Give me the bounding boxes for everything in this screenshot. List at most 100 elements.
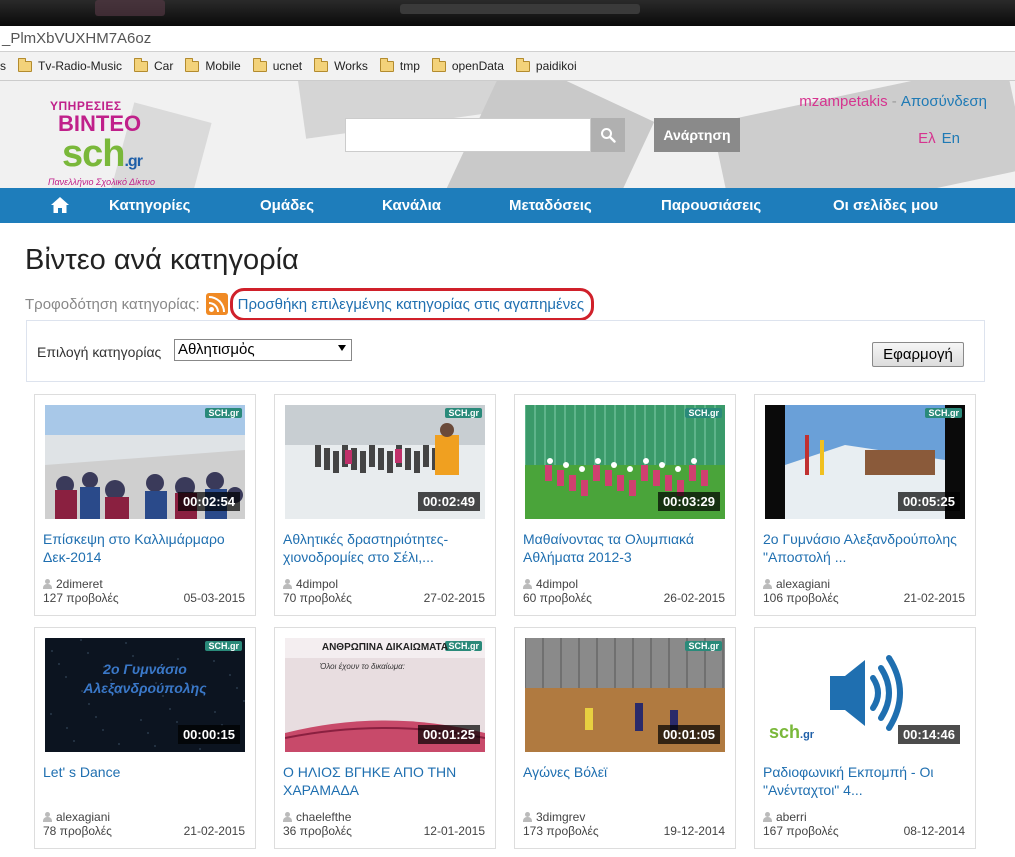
video-title-link[interactable]: Let' s Dance (43, 763, 243, 799)
sch-logo-text: sch (769, 722, 801, 742)
home-icon[interactable] (50, 195, 70, 215)
apply-button[interactable]: Εφαρμογή (872, 342, 964, 367)
video-title-link[interactable]: Επίσκεψη στο Καλλιμάρμαρο Δεκ-2014 (43, 530, 243, 566)
sch-logo-suffix: .gr (800, 729, 815, 741)
category-feed-row: Τροφοδότηση κατηγορίας: Προσθήκη επιλεγμ… (25, 287, 594, 321)
folder-icon (515, 57, 530, 72)
add-favorite-category-link[interactable]: Προσθήκη επιλεγμένης κατηγορίας στις αγα… (229, 287, 594, 321)
video-date: 19-12-2014 (663, 824, 725, 838)
video-thumbnail[interactable]: SCH.gr 00:05:25 (765, 405, 965, 519)
user-icon (763, 579, 772, 589)
nav-broadcasts[interactable]: Μεταδόσεις (509, 188, 592, 223)
bookmark-item[interactable]: Tv-Radio-Music (18, 57, 123, 73)
bookmark-label: s (0, 59, 6, 73)
video-title-link[interactable]: Αγώνες Βόλεϊ (523, 763, 723, 799)
video-thumbnail[interactable]: SCH.gr ΑΝΘΡΩΠΙΝΑ ΔΙΚΑΙΩΜΑΤΑ Όλοι έχουν το … (285, 638, 485, 752)
video-card[interactable]: SCH.gr 2ο Γυμνάσιο Αλεξανδρούπολης 00:00:15… (34, 627, 256, 849)
user-icon (283, 812, 292, 822)
video-card[interactable]: sch.gr 00:14:46 Ραδιοφωνική Εκπομπή - Οι "… (754, 627, 976, 849)
lang-en-link[interactable]: En (942, 130, 960, 147)
category-select-value: Αθλητισμὀς (178, 341, 255, 358)
video-thumbnail[interactable]: SCH.gr 00:02:54 (45, 405, 245, 519)
browser-tab[interactable] (95, 0, 165, 16)
user-icon (763, 812, 772, 822)
video-date: 27-02-2015 (423, 591, 485, 605)
bookmark-item[interactable]: Mobile (185, 57, 241, 73)
video-card[interactable]: SCH.gr 00:02:49 Αθλητικές δραστηριότητες-χ… (274, 394, 496, 616)
video-author[interactable]: alexagiani (763, 577, 830, 591)
video-views: 173 προβολές (523, 824, 599, 838)
bookmark-label: Works (334, 59, 368, 73)
upload-button[interactable]: Ανάρτηση (654, 118, 740, 152)
nav-presentations[interactable]: Παρουσιάσεις (661, 188, 761, 223)
sch-badge: SCH.gr (685, 641, 722, 651)
bookmark-item[interactable]: Car (134, 57, 174, 73)
video-author-name: 4dimpol (296, 577, 339, 591)
folder-icon (379, 57, 394, 72)
bookmark-item[interactable]: Works (314, 57, 368, 73)
bookmark-label: paidikoi (535, 59, 577, 73)
bookmark-item[interactable]: openData (431, 57, 504, 73)
video-views: 127 προβολές (43, 591, 119, 605)
video-title-link[interactable]: Αθλητικές δραστηριότητες-χιονοδρομίες στ… (283, 530, 483, 566)
bookmark-label: Tv-Radio-Music (38, 59, 123, 73)
video-thumbnail[interactable]: SCH.gr 00:02:49 (285, 405, 485, 519)
rss-icon[interactable] (205, 293, 228, 315)
bookmark-item[interactable]: s (0, 59, 6, 73)
video-author[interactable]: chaelefthe (283, 810, 351, 824)
search-icon (601, 128, 616, 143)
folder-icon (185, 57, 200, 72)
video-author[interactable]: 2dimeret (43, 577, 103, 591)
chevron-down-icon (338, 345, 346, 351)
video-card[interactable]: SCH.gr 00:01:05 Αγώνες Βόλεϊ 3dimgrev 173 πρ… (514, 627, 736, 849)
video-card[interactable]: SCH.gr 00:02:54 Επίσκεψη στο Καλλιμάρμαρο … (34, 394, 256, 616)
bookmark-item[interactable]: ucnet (252, 57, 302, 73)
address-bar[interactable]: _PlmXbVUXHM7A6oz (0, 26, 1015, 52)
video-title-link[interactable]: Ο ΗΛΙΟΣ ΒΓΗΚΕ ΑΠΟ ΤΗΝ ΧΑΡΑΜΑΔΑ (283, 763, 483, 799)
nav-channels[interactable]: Κανάλια (382, 188, 441, 223)
site-logo[interactable]: ΥΠΗΡΕΣΙΕΣ ΒΙΝΤΕΟ sch.gr Πανελλήνιο Σχολι… (44, 97, 194, 187)
username-link[interactable]: mzampetakis (799, 93, 887, 110)
video-title-link[interactable]: Μαθαίνοντας τα Ολυμπιακά Αθλήματα 2012-3 (523, 530, 723, 566)
search-input[interactable] (345, 118, 591, 152)
user-icon (523, 579, 532, 589)
nav-categories[interactable]: Κατηγορίες (109, 188, 190, 223)
bookmark-item[interactable]: paidikoi (515, 57, 577, 73)
video-title-link[interactable]: 2ο Γυμνάσιο Αλεξανδρούπολης "Αποστολή ..… (763, 530, 963, 566)
logo-tagline: Πανελλήνιο Σχολικό Δίκτυο (48, 177, 155, 187)
video-author[interactable]: 4dimpol (523, 577, 578, 591)
video-card[interactable]: SCH.gr 00:05:25 2ο Γυμνάσιο Αλεξανδρούπολη… (754, 394, 976, 616)
video-card[interactable]: SCH.gr 00:03:29 Μαθαίνοντας τα Ολυμπιακά Α… (514, 394, 736, 616)
video-thumbnail[interactable]: SCH.gr 00:01:05 (525, 638, 725, 752)
video-author[interactable]: 4dimpol (283, 577, 338, 591)
video-thumbnail[interactable]: SCH.gr 00:03:29 (525, 405, 725, 519)
sch-badge: SCH.gr (205, 408, 242, 418)
video-thumbnail[interactable]: sch.gr 00:14:46 (765, 638, 965, 752)
video-card[interactable]: SCH.gr ΑΝΘΡΩΠΙΝΑ ΔΙΚΑΙΩΜΑΤΑ Όλοι έχουν το … (274, 627, 496, 849)
video-views: 106 προβολές (763, 591, 839, 605)
video-author[interactable]: alexagiani (43, 810, 110, 824)
bookmark-label: Car (154, 59, 174, 73)
lang-el-link[interactable]: Ελ (918, 130, 936, 147)
video-author[interactable]: 3dimgrev (523, 810, 585, 824)
video-date: 05-03-2015 (183, 591, 245, 605)
bookmark-label: Mobile (205, 59, 241, 73)
search-button[interactable] (591, 118, 625, 152)
video-duration: 00:05:25 (897, 492, 960, 511)
user-icon (43, 579, 52, 589)
video-author[interactable]: aberri (763, 810, 807, 824)
logout-link[interactable]: Αποσύνδεση (901, 93, 987, 110)
bookmark-item[interactable]: tmp (379, 57, 420, 73)
video-duration: 00:02:49 (417, 492, 480, 511)
category-select[interactable]: Αθλητισμὀς (174, 339, 352, 361)
video-date: 12-01-2015 (423, 824, 485, 838)
video-title-link[interactable]: Ραδιοφωνική Εκπομπή - Οι "Ανένταχτοι" 4.… (763, 763, 963, 799)
bookmarks-bar: s Tv-Radio-Music Car Mobile ucnet Works tmp ope… (0, 52, 1015, 81)
logo-line-sch: sch.gr (62, 133, 143, 175)
category-filter-box: Επιλογή κατηγορίας Αθλητισμὀς Εφαρμογή (26, 320, 985, 382)
video-views: 167 προβολές (763, 824, 839, 838)
nav-groups[interactable]: Ομάδες (260, 188, 314, 223)
video-duration: 00:01:25 (417, 725, 480, 744)
nav-my-pages[interactable]: Οι σελίδες μου (833, 188, 938, 223)
video-thumbnail[interactable]: SCH.gr 2ο Γυμνάσιο Αλεξανδρούπολης 00:00:15 (45, 638, 245, 752)
